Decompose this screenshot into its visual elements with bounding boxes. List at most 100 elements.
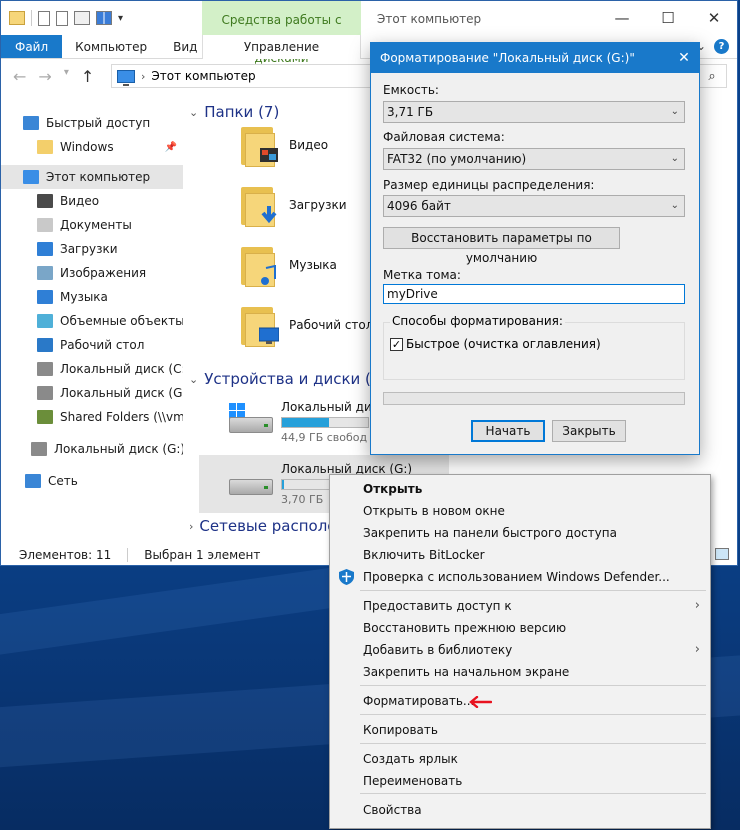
- menu-item[interactable]: Восстановить прежнюю версию: [330, 617, 710, 639]
- sidebar-item[interactable]: Видео: [1, 189, 183, 213]
- sidebar-item-label: Shared Folders (\\vmwa: [60, 410, 183, 424]
- recent-locations-icon[interactable]: ▾: [64, 67, 69, 86]
- dialog-close-button[interactable]: Закрыть: [552, 420, 626, 442]
- menu-item[interactable]: Закрепить на начальном экране: [330, 661, 710, 683]
- computer-icon: [117, 69, 135, 86]
- allocation-size-select[interactable]: 4096 байт ⌄: [383, 195, 685, 217]
- forward-arrow-icon[interactable]: →: [38, 67, 51, 86]
- selection-count: Выбран 1 элемент: [144, 548, 261, 562]
- folder-item[interactable]: Музыка: [241, 243, 337, 287]
- menu-item[interactable]: Создать ярлык: [330, 748, 710, 770]
- sidebar-item[interactable]: Локальный диск (G:): [1, 381, 183, 405]
- network-icon: [25, 474, 41, 488]
- new-folder-icon[interactable]: [56, 10, 68, 26]
- menu-item[interactable]: Открыть: [330, 478, 710, 500]
- sidebar-item[interactable]: Локальный диск (G:): [1, 437, 183, 461]
- volume-label-input[interactable]: myDrive: [383, 284, 685, 304]
- restore-defaults-button[interactable]: Восстановить параметры по умолчанию: [383, 227, 620, 265]
- sidebar-item[interactable]: Рабочий стол: [1, 333, 183, 357]
- folders-group-header[interactable]: ⌄ Папки (7): [189, 103, 279, 121]
- format-dialog: Форматирование "Локальный диск (G:)" ✕ Е…: [370, 42, 700, 455]
- folder-item[interactable]: Видео: [241, 123, 328, 167]
- window-title: Этот компьютер: [377, 12, 482, 26]
- dialog-title-bar: Форматирование "Локальный диск (G:)" ✕: [371, 43, 699, 73]
- network-drive-icon: [37, 410, 53, 424]
- sidebar-item[interactable]: Музыка: [1, 285, 183, 309]
- file-system-value: FAT32 (по умолчанию): [387, 152, 527, 166]
- menu-item-label: Включить BitLocker: [363, 548, 485, 562]
- sidebar-item-label: Загрузки: [60, 242, 118, 256]
- menu-item[interactable]: Форматировать...: [330, 690, 710, 712]
- maximize-button[interactable]: ☐: [645, 1, 691, 35]
- toolbar-divider: [31, 10, 32, 26]
- close-button[interactable]: ✕: [691, 1, 737, 35]
- star-icon: [23, 116, 39, 130]
- file-system-select[interactable]: FAT32 (по умолчанию) ⌄: [383, 148, 685, 170]
- layout-icon[interactable]: [96, 11, 112, 25]
- sidebar-item[interactable]: Загрузки: [1, 237, 183, 261]
- sidebar-item[interactable]: Документы: [1, 213, 183, 237]
- allocation-size-label: Размер единицы распределения:: [383, 178, 595, 192]
- rename-icon[interactable]: [74, 11, 90, 25]
- sidebar-item[interactable]: Объемные объекты: [1, 309, 183, 333]
- sidebar-item[interactable]: Windows 📌: [1, 135, 183, 159]
- capacity-label: Емкость:: [383, 83, 439, 97]
- chevron-right-icon[interactable]: ›: [141, 70, 145, 83]
- menu-divider: [360, 714, 706, 715]
- start-button[interactable]: Начать: [471, 420, 545, 442]
- search-box[interactable]: ⌕: [697, 64, 727, 88]
- folder-item[interactable]: Рабочий стол: [241, 303, 373, 347]
- sidebar-item[interactable]: Shared Folders (\\vmwa: [1, 405, 183, 429]
- properties-icon[interactable]: [38, 10, 50, 26]
- menu-item[interactable]: Закрепить на панели быстрого доступа: [330, 522, 710, 544]
- sidebar-item[interactable]: Сеть: [1, 469, 183, 493]
- sidebar-item[interactable]: Быстрый доступ: [1, 111, 183, 135]
- up-arrow-icon[interactable]: ↑: [81, 67, 94, 86]
- menu-item[interactable]: Переименовать: [330, 770, 710, 792]
- menu-item-label: Закрепить на панели быстрого доступа: [363, 526, 617, 540]
- chevron-down-icon: ⌄: [670, 200, 679, 211]
- menu-item[interactable]: Включить BitLocker: [330, 544, 710, 566]
- chevron-right-icon: ›: [694, 598, 700, 613]
- back-arrow-icon[interactable]: ←: [13, 67, 26, 86]
- minimize-button[interactable]: —: [599, 1, 645, 35]
- tab-manage[interactable]: Управление: [202, 35, 361, 59]
- menu-item[interactable]: Свойства: [330, 799, 710, 821]
- menu-item[interactable]: Копировать: [330, 719, 710, 741]
- sidebar-item-label: Объемные объекты: [60, 314, 183, 328]
- chevron-down-icon: ⌄: [189, 105, 199, 119]
- sidebar-item[interactable]: Локальный диск (C:): [1, 357, 183, 381]
- tab-computer[interactable]: Компьютер: [62, 35, 160, 58]
- folder-label: Видео: [289, 138, 329, 152]
- help-icon[interactable]: ?: [714, 39, 729, 54]
- menu-item[interactable]: Проверка с использованием Windows Defend…: [330, 566, 710, 588]
- tab-file[interactable]: Файл: [1, 35, 63, 58]
- dialog-close-icon[interactable]: ✕: [669, 43, 699, 73]
- large-icons-view-icon[interactable]: [715, 548, 729, 560]
- customize-toolbar-icon[interactable]: ▾: [118, 13, 123, 24]
- menu-item[interactable]: Открыть в новом окне: [330, 500, 710, 522]
- sidebar-item-label: Этот компьютер: [46, 170, 151, 184]
- capacity-value: 3,71 ГБ: [387, 105, 434, 119]
- red-arrow-icon: [469, 696, 492, 708]
- sidebar-item[interactable]: Этот компьютер: [1, 165, 183, 189]
- menu-divider: [360, 793, 706, 794]
- menu-item[interactable]: Предоставить доступ к ›: [330, 595, 710, 617]
- menu-item-label: Закрепить на начальном экране: [363, 665, 570, 679]
- folder-item[interactable]: Загрузки: [241, 183, 347, 227]
- sidebar-item[interactable]: Изображения: [1, 261, 183, 285]
- address-field[interactable]: › Этот компьютер: [111, 64, 371, 88]
- menu-item[interactable]: Добавить в библиотеку ›: [330, 639, 710, 661]
- devices-group-header[interactable]: ⌄ Устройства и диски (3): [189, 370, 386, 388]
- folder-label: Рабочий стол: [289, 318, 374, 332]
- network-group-header[interactable]: › Сетевые располо: [189, 517, 336, 535]
- quick-format-checkbox[interactable]: ✓: [390, 337, 403, 351]
- format-options-legend: Способы форматирования:: [390, 314, 565, 328]
- folder-label: Музыка: [289, 258, 337, 272]
- quick-format-option[interactable]: ✓ Быстрое (очистка оглавления): [390, 337, 601, 351]
- video-folder-icon: [241, 123, 278, 167]
- menu-item-label: Создать ярлык: [363, 752, 458, 766]
- folder-icon: [37, 140, 53, 154]
- capacity-select[interactable]: 3,71 ГБ ⌄: [383, 101, 685, 123]
- sidebar-item-label: Документы: [60, 218, 132, 232]
